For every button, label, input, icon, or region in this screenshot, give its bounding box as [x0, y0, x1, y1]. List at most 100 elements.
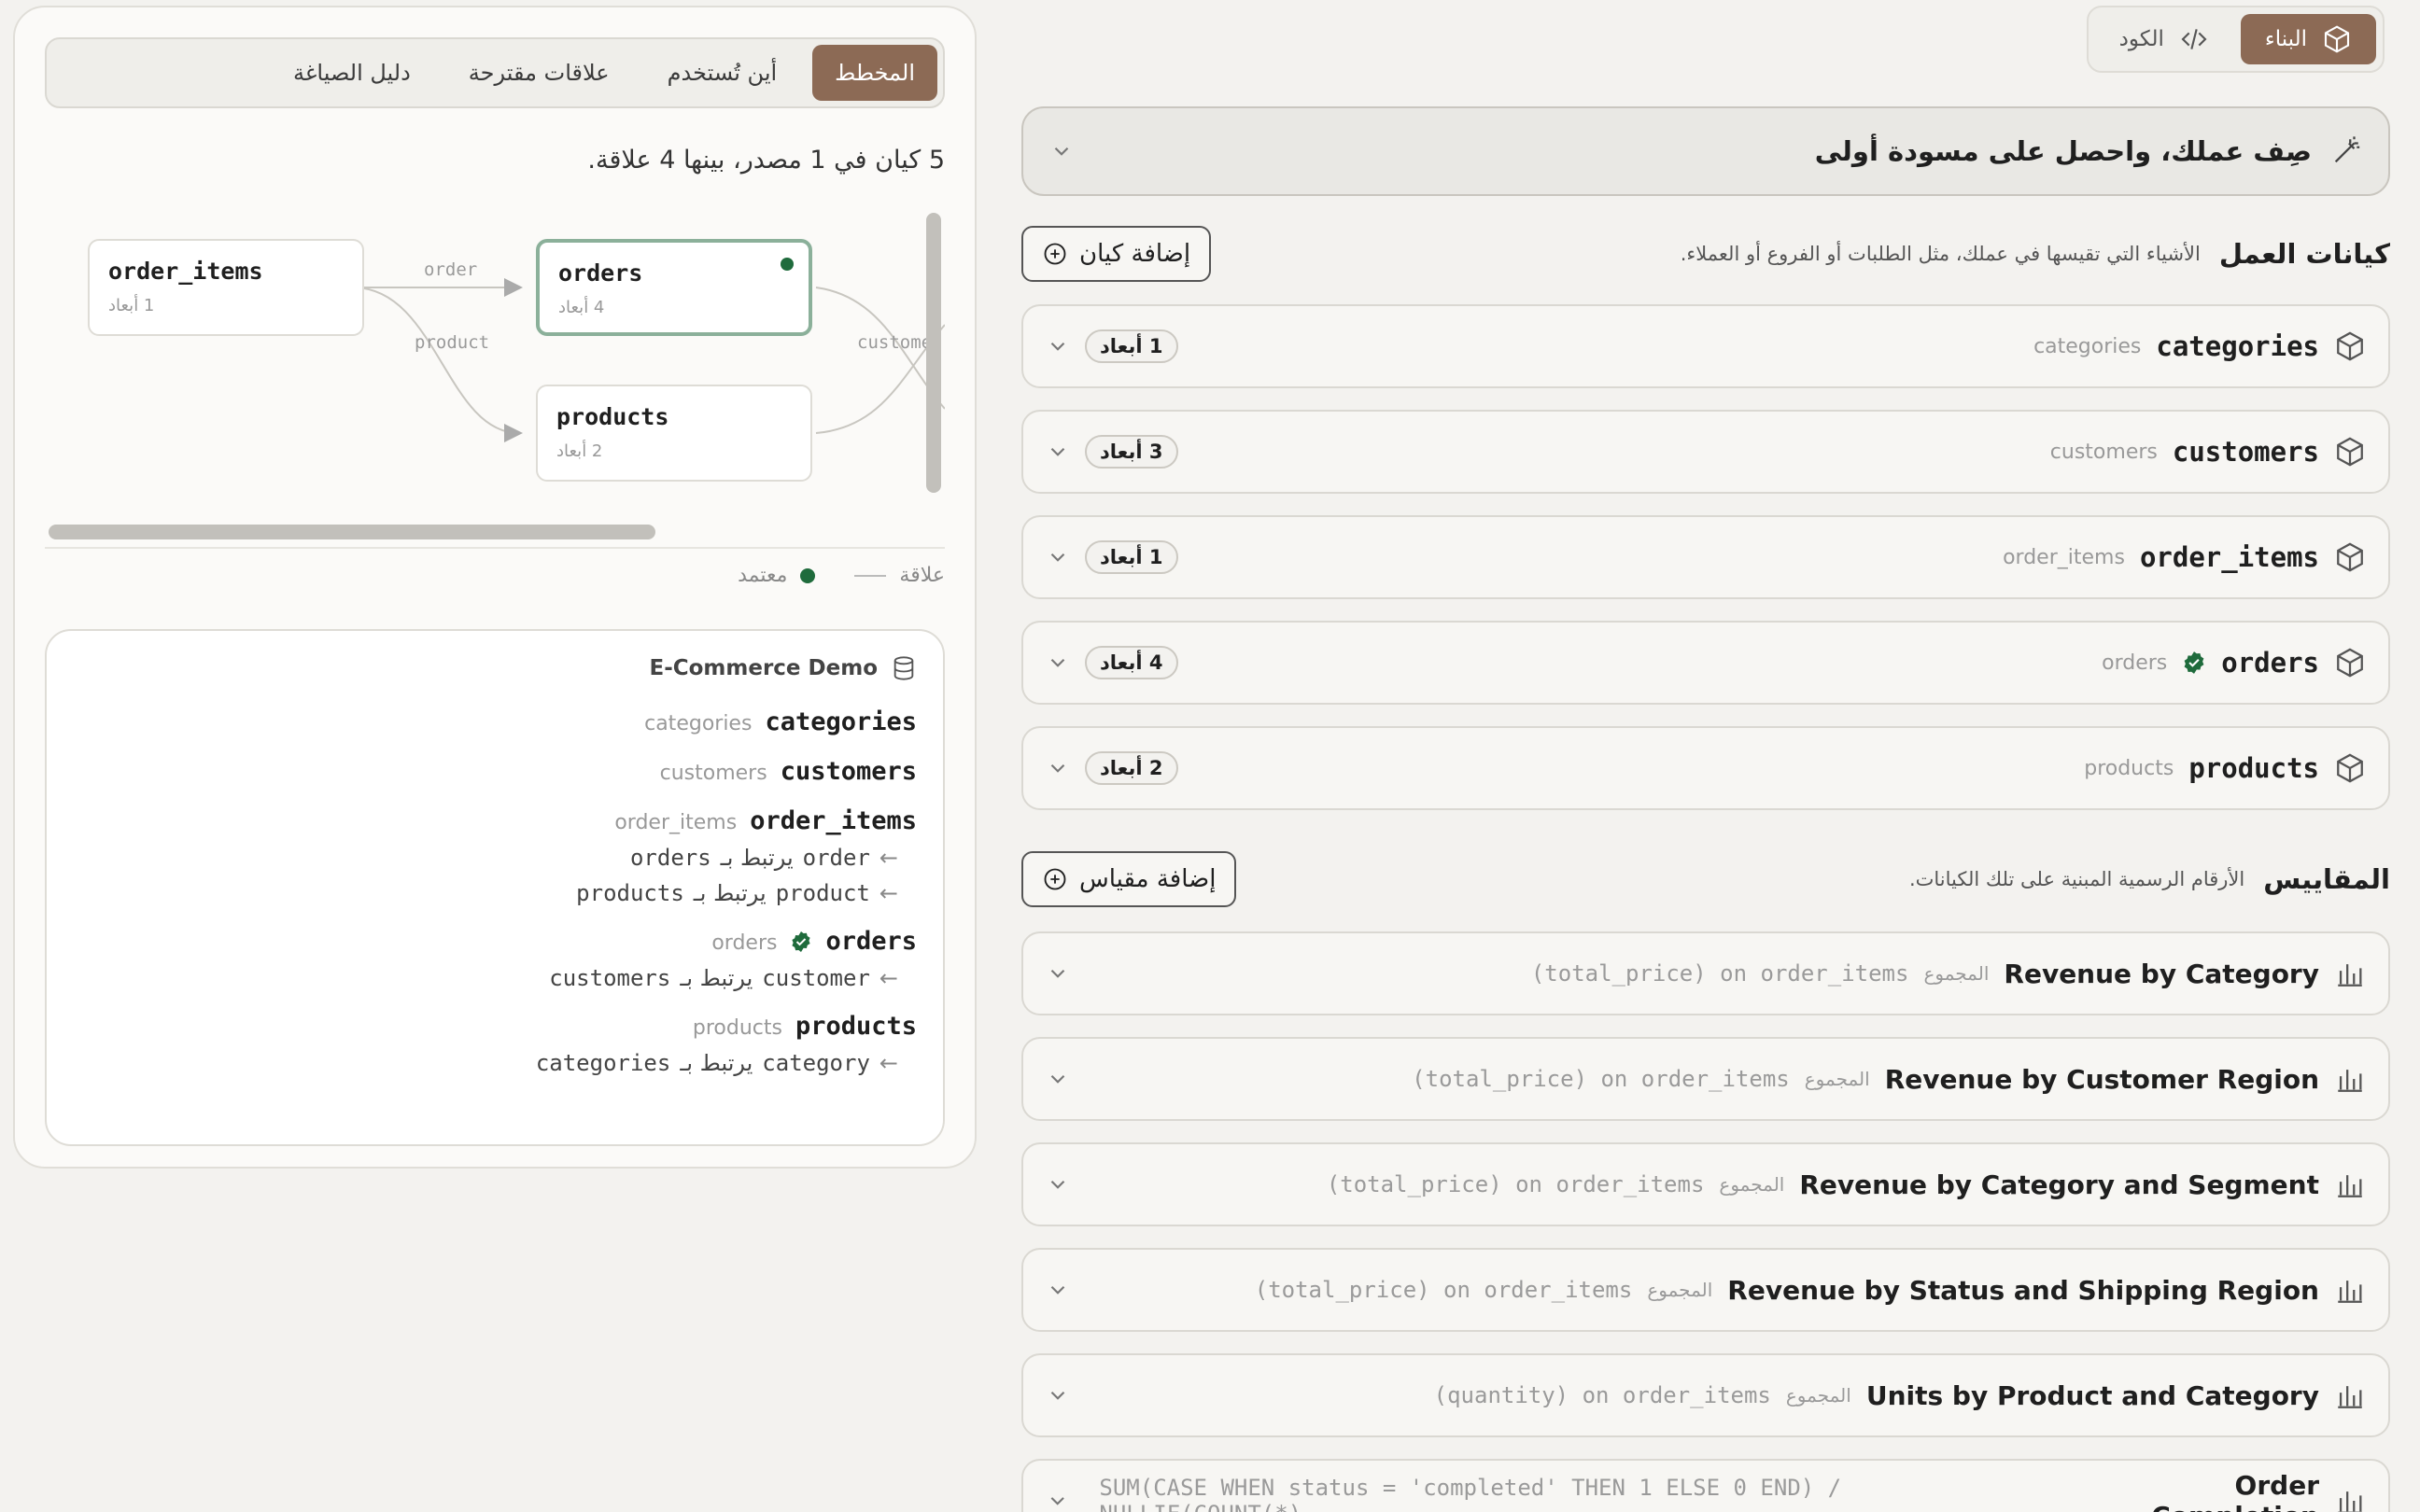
metric-aggregation: المجموع [1647, 1279, 1713, 1301]
source-entity-table: customers [659, 762, 767, 785]
tab-suggested-relations[interactable]: علاقات مقترحة [446, 45, 632, 101]
add-metric-button[interactable]: إضافة مقياس [1021, 851, 1237, 907]
chevron-down-icon [1046, 545, 1070, 569]
entity-row[interactable]: order_items order_items 1 أبعاد [1021, 515, 2390, 599]
source-entity[interactable]: customers customers [73, 757, 917, 786]
add-entity-button[interactable]: إضافة كيان [1021, 226, 1212, 282]
relation-target: orders [629, 845, 711, 871]
entity-name: orders [2221, 647, 2319, 679]
source-header: E-Commerce Demo [73, 650, 917, 687]
source-entity[interactable]: categories categories [73, 707, 917, 736]
chevron-down-icon [1046, 1489, 1069, 1512]
relation-field: customer [762, 965, 870, 991]
entity-source-table: categories [2033, 334, 2142, 358]
source-entity[interactable]: products products [73, 1012, 917, 1041]
builder-panel: البناء الكود صِف عملك، واحصل على مسودة أ… [1021, 6, 2390, 1512]
metric-aggregation: المجموع [1923, 962, 1990, 985]
relation-text: يرتبط بـ [693, 880, 767, 906]
bar-chart-icon [2334, 1169, 2366, 1200]
source-entity[interactable]: order_items order_items [73, 806, 917, 835]
metric-expression: SUM(CASE WHEN status = 'completed' THEN … [1099, 1475, 1842, 1512]
relation-item[interactable]: ← order يرتبط بـ orders [73, 845, 898, 871]
metric-row[interactable]: Units by Product and Category المجموع (qua… [1021, 1353, 2390, 1437]
schema-diagram[interactable]: order_items 1 أبعاد orders 4 أبعاد produ… [45, 203, 945, 549]
entity-source-table: products [2084, 756, 2174, 780]
chevron-down-icon [1046, 756, 1070, 780]
relation-text: يرتبط بـ [720, 845, 794, 871]
relation-item[interactable]: ← customer يرتبط بـ customers [73, 965, 898, 991]
metrics-header: المقاييس الأرقام الرسمية المبنية على تلك… [1021, 851, 2390, 907]
node-order-items[interactable]: order_items 1 أبعاد [88, 239, 364, 336]
plus-circle-icon [1044, 243, 1066, 265]
chevron-down-icon [1046, 440, 1070, 464]
source-card: E-Commerce Demo categories categories cust… [45, 629, 945, 1146]
box-icon [2324, 25, 2350, 53]
horizontal-scrollbar[interactable] [49, 525, 655, 539]
chevron-down-icon [1046, 961, 1070, 986]
database-icon [893, 656, 914, 680]
box-icon [2334, 330, 2366, 362]
chevron-down-icon [1046, 1172, 1070, 1197]
certified-dot [781, 258, 794, 271]
mode-code-button[interactable]: الكود [2095, 14, 2233, 64]
chevron-down-icon [1046, 1278, 1070, 1302]
metric-row[interactable]: Order Completion SUM(CASE WHEN status = '… [1021, 1459, 2390, 1512]
describe-label: صِف عملك، واحصل على مسودة أولى [1814, 135, 2312, 167]
arrow-left-icon: ← [879, 965, 898, 991]
arrow-left-icon: ← [879, 1050, 898, 1076]
box-icon [2334, 436, 2366, 468]
dimensions-badge: 3 أبعاد [1085, 435, 1178, 469]
chevron-down-icon[interactable] [1049, 139, 1074, 163]
metric-row[interactable]: Revenue by Status and Shipping Region الم… [1021, 1248, 2390, 1332]
relation-target: customers [549, 965, 671, 991]
source-name: E-Commerce Demo [649, 656, 878, 680]
certified-check-icon [790, 931, 812, 953]
schema-summary: 5 كيان في 1 مصدر، بينها 4 علاقة. [587, 146, 945, 175]
metric-name: Revenue by Category [2004, 958, 2319, 989]
entity-source-table: orders [2102, 651, 2168, 675]
describe-business-bar[interactable]: صِف عملك، واحصل على مسودة أولى [1021, 106, 2390, 196]
certified-check-icon [2182, 651, 2206, 675]
metric-row[interactable]: Revenue by Customer Region المجموع (total_… [1021, 1037, 2390, 1121]
entities-header: كيانات العمل الأشياء التي تقيسها في عملك… [1021, 226, 2390, 282]
edge-product [352, 287, 523, 442]
entity-row[interactable]: products products 2 أبعاد [1021, 726, 2390, 810]
entities-description: الأشياء التي تقيسها في عملك، مثل الطلبات… [1680, 243, 2201, 265]
edge-label-customer: custome [857, 332, 933, 353]
metric-name: Order Completion [2151, 1470, 2319, 1512]
entity-row[interactable]: customers customers 3 أبعاد [1021, 410, 2390, 494]
bar-chart-icon [2334, 1274, 2366, 1306]
relation-field: product [775, 880, 870, 906]
relation-target: products [576, 880, 684, 906]
entities-title: كيانات العمل [2218, 238, 2390, 270]
relation-field: category [762, 1050, 870, 1076]
tab-where-used[interactable]: أين تُستخدم [645, 45, 800, 101]
entity-name: products [2188, 752, 2319, 784]
vertical-scrollbar[interactable] [926, 213, 941, 493]
tab-diagram[interactable]: المخطط [812, 45, 937, 101]
source-entity[interactable]: orders orders [73, 927, 917, 956]
metric-name: Revenue by Status and Shipping Region [1727, 1274, 2319, 1306]
mode-build-button[interactable]: البناء [2240, 14, 2376, 64]
arrow-left-icon: ← [879, 880, 898, 906]
metric-row[interactable]: Revenue by Category and Segment المجموع (t… [1021, 1142, 2390, 1226]
bar-chart-icon [2334, 1379, 2366, 1411]
entity-row[interactable]: categories categories 1 أبعاد [1021, 304, 2390, 388]
chevron-down-icon [1046, 1383, 1070, 1407]
metric-row[interactable]: Revenue by Category المجموع (total_price) … [1021, 931, 2390, 1015]
entity-source-table: customers [2049, 440, 2158, 464]
node-products[interactable]: products 2 أبعاد [536, 385, 812, 482]
magic-wand-icon [2334, 136, 2360, 163]
metrics-description: الأرقام الرسمية المبنية على تلك الكيانات… [1908, 868, 2245, 890]
source-entity-name: orders [825, 927, 917, 956]
mode-toggle: البناء الكود [2086, 6, 2385, 73]
node-orders[interactable]: orders 4 أبعاد [536, 239, 812, 336]
schema-panel: المخطط أين تُستخدم علاقات مقترحة دليل ال… [13, 6, 977, 1169]
dimensions-badge: 2 أبعاد [1085, 751, 1178, 785]
entity-row[interactable]: orders orders 4 أبعاد [1021, 621, 2390, 705]
panel-tabs: المخطط أين تُستخدم علاقات مقترحة دليل ال… [45, 37, 945, 108]
tab-syntax-guide[interactable]: دليل الصياغة [271, 45, 433, 101]
metric-expression: (quantity) on order_items [1433, 1382, 1771, 1408]
relation-item[interactable]: ← category يرتبط بـ categories [73, 1050, 898, 1076]
relation-item[interactable]: ← product يرتبط بـ products [73, 880, 898, 906]
